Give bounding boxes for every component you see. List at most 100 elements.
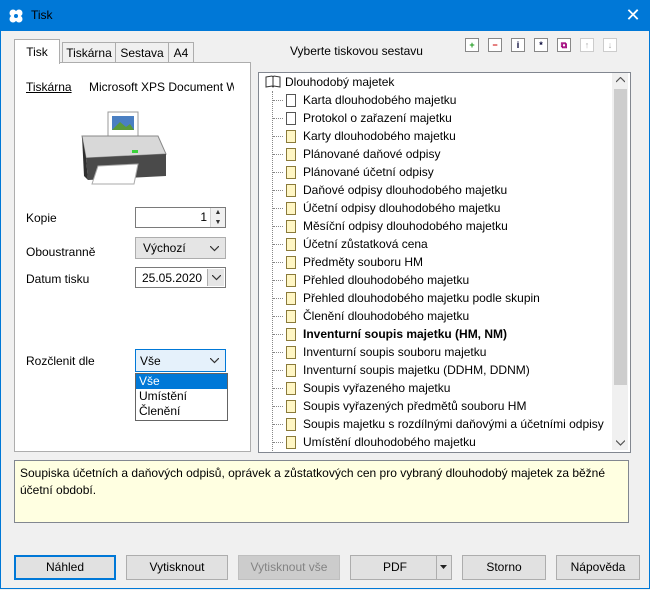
preview-button[interactable]: Náhled — [14, 555, 116, 580]
tree-item-label: Přehled dlouhodobého majetku — [303, 273, 470, 287]
tab-tiskarna[interactable]: Tiskárna — [62, 42, 116, 63]
tree-root-label: Dlouhodobý majetek — [285, 75, 395, 89]
tab-tisk[interactable]: Tisk — [14, 39, 60, 64]
date-value: 25.05.2020 — [142, 271, 203, 285]
tree-item-label: Účetní odpisy dlouhodobého majetku — [303, 201, 501, 215]
date-label: Datum tisku — [26, 272, 90, 286]
pdf-button[interactable]: PDF — [350, 555, 452, 580]
move-up-icon[interactable]: ↑ — [580, 38, 594, 52]
chevron-down-icon — [210, 358, 219, 364]
tree-branch-line — [273, 424, 283, 425]
report-yellow-icon — [286, 364, 296, 377]
split-option-cleneni[interactable]: Členění — [136, 404, 227, 419]
scroll-thumb[interactable] — [614, 89, 627, 385]
tree-branch-line — [273, 280, 283, 281]
print-all-button[interactable]: Vytisknout vše — [238, 555, 340, 580]
date-field[interactable]: 25.05.2020 — [135, 267, 226, 288]
report-yellow-icon — [286, 202, 296, 215]
printer-link[interactable]: Tiskárna — [26, 80, 72, 94]
copies-stepper[interactable]: 1 ▲ ▼ — [135, 207, 226, 228]
report-doc-icon — [286, 112, 296, 125]
report-yellow-icon — [286, 130, 296, 143]
tree-branch-line — [273, 208, 283, 209]
tree-branch-line — [273, 244, 283, 245]
tree-branch-line — [273, 262, 283, 263]
tree-item-label: Inventurní soupis souboru majetku — [303, 345, 487, 359]
copies-value: 1 — [200, 210, 207, 224]
report-yellow-icon — [286, 400, 296, 413]
copies-label: Kopie — [26, 211, 57, 225]
add-icon[interactable]: + — [465, 38, 479, 52]
split-value: Vše — [140, 354, 161, 368]
split-option-umisteni[interactable]: Umístění — [136, 389, 227, 404]
pdf-label: PDF — [383, 560, 407, 574]
spin-down-icon[interactable]: ▼ — [211, 218, 225, 228]
report-yellow-icon — [286, 274, 296, 287]
report-description: Soupiska účetních a daňových odpisů, opr… — [14, 460, 629, 523]
pdf-menu-button[interactable] — [436, 556, 451, 579]
copy-doc-icon[interactable]: ⧉ — [557, 38, 571, 52]
move-down-icon[interactable]: ↓ — [603, 38, 617, 52]
tree-branch-line — [273, 406, 283, 407]
remove-icon[interactable]: − — [488, 38, 502, 52]
report-yellow-icon — [286, 382, 296, 395]
tree-branch-line — [273, 100, 283, 101]
scroll-down-icon[interactable] — [616, 440, 625, 446]
report-yellow-icon — [286, 436, 296, 449]
tree-item-label: Inventurní soupis majetku (DDHM, DDNM) — [303, 363, 530, 377]
app-icon — [9, 9, 23, 23]
report-tree[interactable]: Dlouhodobý majetek Karta dlouhodobého ma… — [258, 72, 631, 453]
copies-spin[interactable]: ▲ ▼ — [210, 208, 225, 227]
tree-item-label: Karta dlouhodobého majetku — [303, 93, 457, 107]
info-icon[interactable]: i — [511, 38, 525, 52]
chevron-down-icon — [212, 275, 221, 281]
tree-branch-line — [273, 190, 283, 191]
report-yellow-icon — [286, 148, 296, 161]
tree-item-label: Plánované účetní odpisy — [303, 165, 434, 179]
star-doc-icon[interactable]: * — [534, 38, 548, 52]
split-option-vse[interactable]: Vše — [136, 374, 227, 389]
date-picker-button[interactable] — [207, 269, 224, 286]
report-yellow-icon — [286, 220, 296, 233]
tree-branch-line — [273, 316, 283, 317]
split-select[interactable]: Vše — [135, 349, 226, 372]
tree-branch-line — [273, 352, 283, 353]
cancel-button[interactable]: Storno — [462, 555, 546, 580]
report-yellow-icon — [286, 418, 296, 431]
print-button[interactable]: Vytisknout — [126, 555, 228, 580]
tree-branch-line — [273, 136, 283, 137]
report-yellow-icon — [286, 256, 296, 269]
tree-branch-line — [273, 154, 283, 155]
report-yellow-icon — [286, 310, 296, 323]
title-bar — [0, 0, 650, 31]
tree-item-label: Protokol o zařazení majetku — [303, 111, 452, 125]
tree-item-label: Plánované daňové odpisy — [303, 147, 441, 161]
tab-a4[interactable]: A4 — [168, 42, 194, 63]
scroll-up-icon[interactable] — [616, 77, 625, 83]
help-button[interactable]: Nápověda — [556, 555, 640, 580]
duplex-label: Oboustranně — [26, 245, 96, 259]
printer-icon — [81, 111, 167, 185]
tree-item-label: Karty dlouhodobého majetku — [303, 129, 456, 143]
tab-sestava[interactable]: Sestava — [115, 42, 169, 63]
report-yellow-icon — [286, 166, 296, 179]
tree-item-label: Účetní zůstatková cena — [303, 237, 428, 251]
spin-up-icon[interactable]: ▲ — [211, 208, 225, 218]
tree-branch-line — [273, 388, 283, 389]
report-yellow-icon — [286, 328, 296, 341]
tree-branch-line — [273, 118, 283, 119]
tree-item-label: Soupis vyřazeného majetku — [303, 381, 451, 395]
tree-branch-line — [273, 172, 283, 173]
chevron-down-icon — [210, 246, 219, 252]
close-icon[interactable]: ✕ — [620, 3, 646, 27]
tree-branch-line — [273, 442, 283, 443]
report-yellow-icon — [286, 238, 296, 251]
tree-item-label: Soupis vyřazených předmětů souboru HM — [303, 399, 527, 413]
duplex-select[interactable]: Výchozí — [135, 237, 226, 259]
caret-down-icon — [440, 565, 447, 569]
tree-item-label: Inventurní soupis majetku (HM, NM) — [303, 327, 508, 341]
tree-branch-line — [273, 334, 283, 335]
tree-item-label: Umístění dlouhodobého majetku — [303, 435, 476, 449]
tree-item-label: Měsíční odpisy dlouhodobého majetku — [303, 219, 508, 233]
tree-guide-line — [272, 91, 273, 451]
